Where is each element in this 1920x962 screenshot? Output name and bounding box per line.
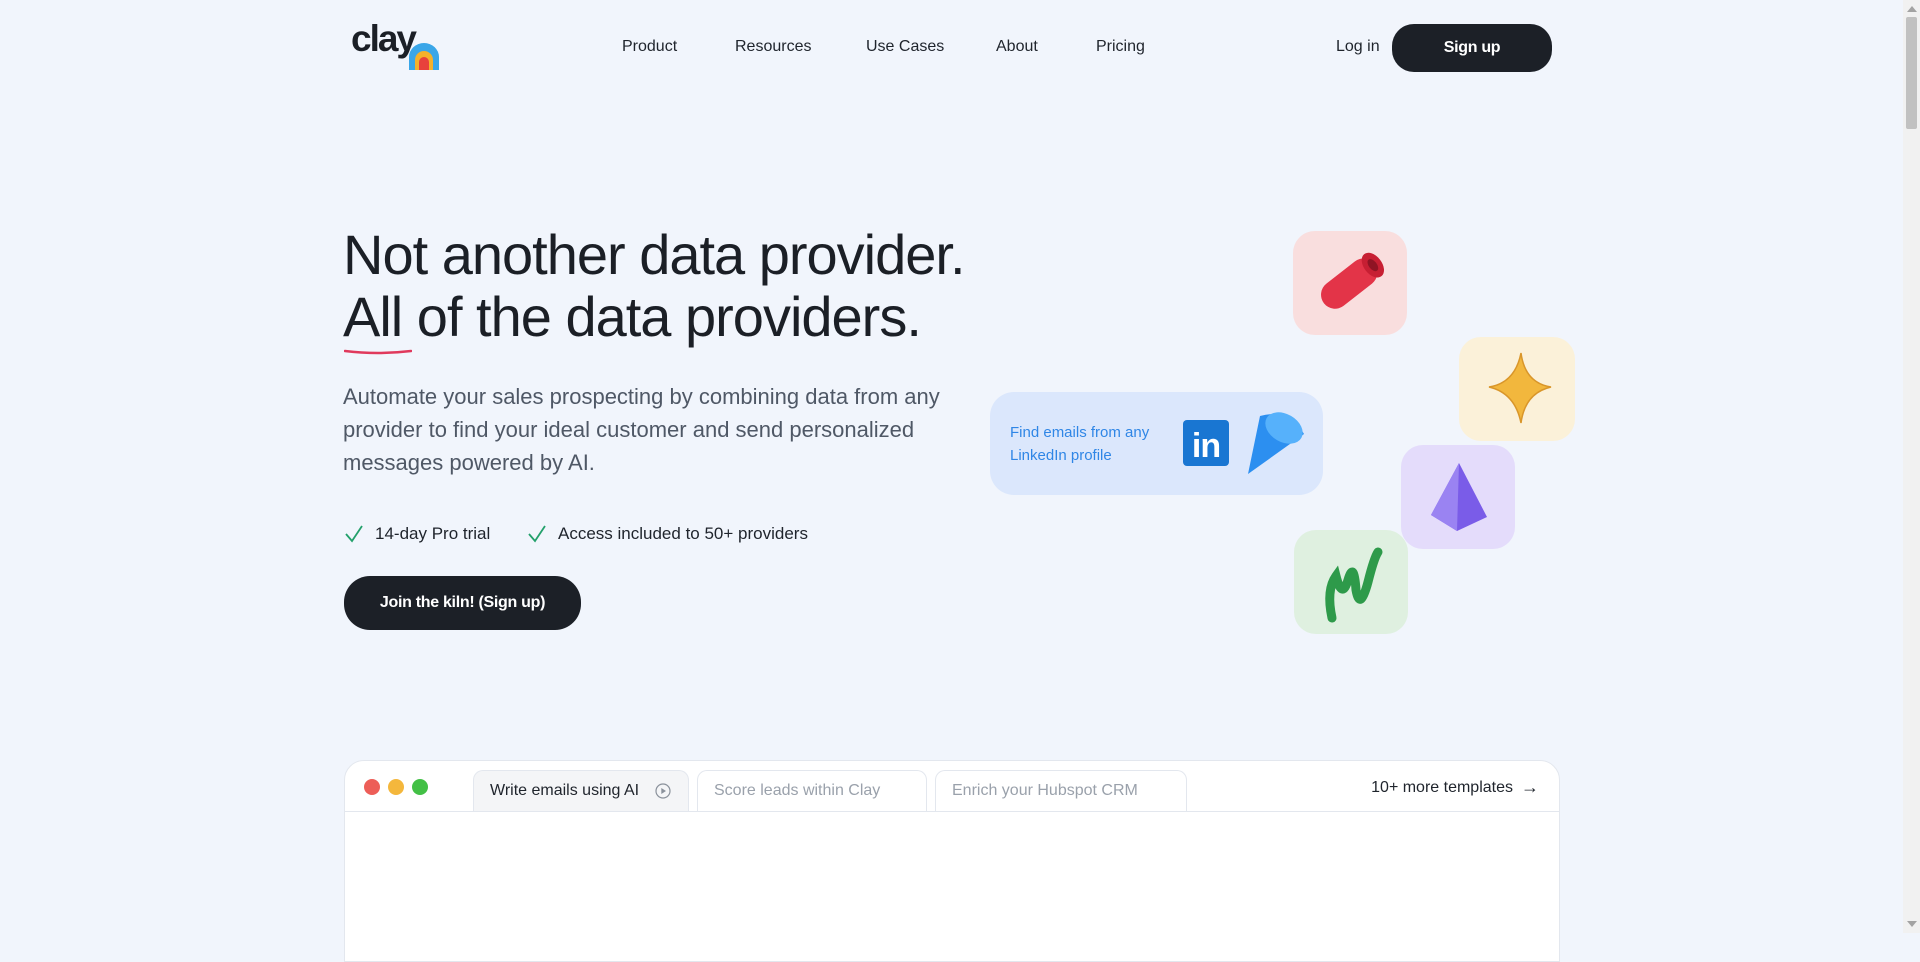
join-signup-button[interactable]: Join the kiln! (Sign up) [344,576,581,630]
checkmark-icon [528,525,546,543]
yellow-star-icon [1488,352,1552,424]
tab-score-leads[interactable]: Score leads within Clay [697,770,927,811]
hero-headline: Not another data provider. All of the da… [343,223,966,348]
window-maximize-dot [412,779,428,795]
window-title-bar: Write emails using AI Score leads within… [345,761,1559,812]
red-tube-icon [1321,252,1385,309]
more-templates-link[interactable]: 10+ more templates → [1371,777,1539,798]
check-label: 14-day Pro trial [375,524,491,543]
arrow-right-icon: → [1521,777,1539,797]
headline-underline-accent [344,349,412,355]
linkedin-feature-card: Find emails from any LinkedIn profile in [990,392,1323,495]
green-squiggle-icon [1325,547,1383,623]
window-close-dot [364,779,380,795]
tab-label: Enrich your Hubspot CRM [952,782,1138,799]
nav-use-cases[interactable]: Use Cases [866,38,944,56]
headline-line-1: Not another data provider. [343,223,966,286]
check-label: Access included to 50+ providers [558,524,808,543]
headline-line-2: All of the data providers. [343,285,922,348]
check-item-providers: Access included to 50+ providers [527,524,808,544]
signup-button[interactable]: Sign up [1392,24,1552,72]
tab-label: Write emails using AI [490,782,640,799]
nav-about[interactable]: About [996,38,1038,56]
window-minimize-dot [388,779,404,795]
nav-product[interactable]: Product [622,38,677,56]
purple-gem-tile [1401,445,1515,549]
hero-subtitle: Automate your sales prospecting by combi… [343,384,940,475]
blue-cone-icon [1248,412,1304,474]
linkedin-card-text: Find emails from any LinkedIn profile [1010,424,1150,464]
page-scrollbar[interactable] [1903,0,1920,933]
nav-resources[interactable]: Resources [735,38,811,56]
template-preview-window: Write emails using AI Score leads within… [344,760,1560,962]
yellow-star-tile [1459,337,1575,441]
check-item-trial: 14-day Pro trial [344,524,490,544]
clay-logo[interactable]: clay [351,18,446,72]
purple-gem-icon [1431,463,1487,531]
linkedin-logo-icon: in [1183,420,1229,466]
login-link[interactable]: Log in [1336,38,1380,56]
red-tube-tile [1293,231,1407,335]
logo-kiln-icon [409,43,439,70]
checkmark-icon [345,525,363,543]
tab-enrich-hubspot[interactable]: Enrich your Hubspot CRM [935,770,1187,811]
tab-label: Score leads within Clay [714,782,881,799]
scrollbar-thumb[interactable] [1906,17,1917,129]
nav-pricing[interactable]: Pricing [1096,38,1145,56]
tab-write-emails[interactable]: Write emails using AI [473,770,689,811]
play-circle-icon [655,783,671,799]
more-templates-label: 10+ more templates [1371,778,1513,796]
green-squiggle-tile [1294,530,1408,634]
scroll-down-arrow-icon[interactable] [1907,921,1917,927]
scroll-up-arrow-icon[interactable] [1907,6,1917,12]
logo-wordmark: clay [351,18,417,59]
